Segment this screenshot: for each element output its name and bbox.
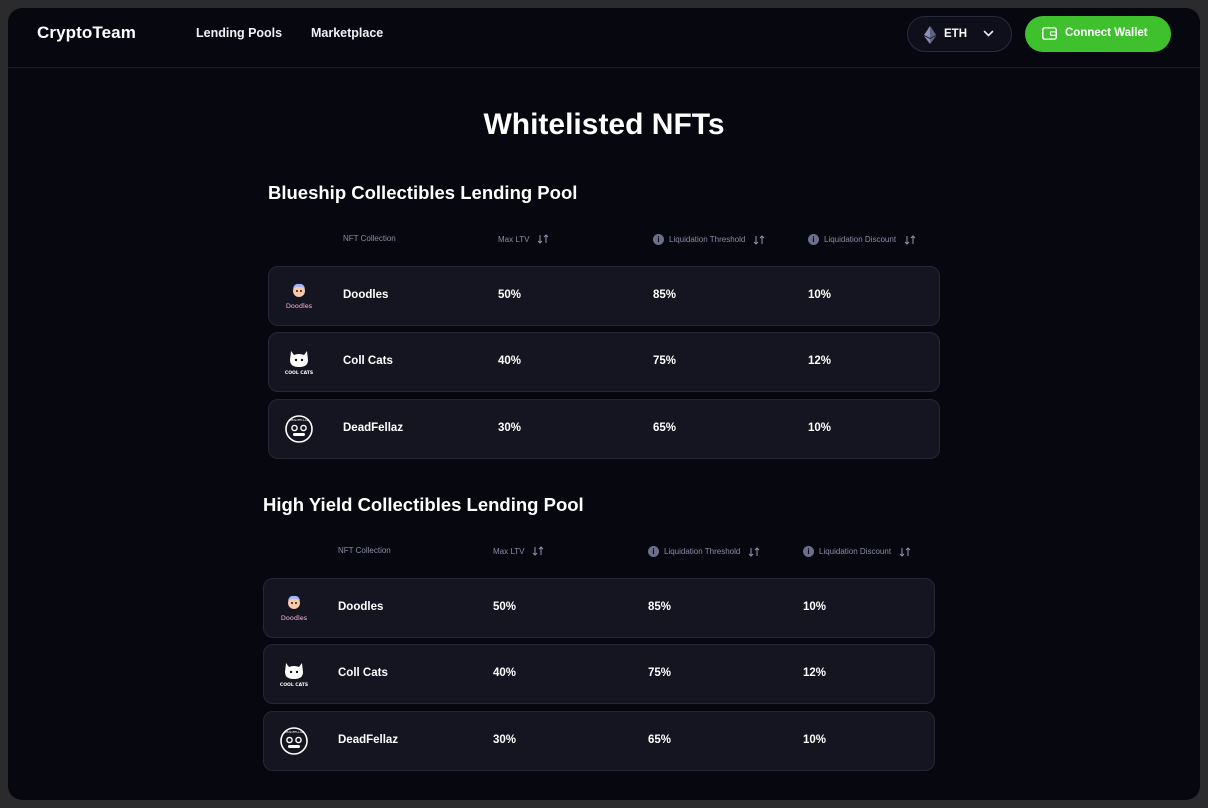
max-ltv-value: 50% bbox=[498, 289, 522, 301]
connect-wallet-button[interactable]: Connect Wallet bbox=[1025, 16, 1171, 52]
column-header-label: Max LTV bbox=[498, 234, 530, 244]
sort-icon[interactable] bbox=[899, 546, 911, 557]
table-row[interactable]: DEADFELLAZ DeadFellaz 30% 65% 10% bbox=[268, 399, 940, 459]
collection-name: DeadFellaz bbox=[338, 734, 399, 746]
column-header-label: Liquidation Discount bbox=[819, 547, 892, 556]
nav-marketplace[interactable]: Marketplace bbox=[311, 26, 383, 40]
column-header-label: Max LTV bbox=[493, 546, 525, 556]
column-header-label: Liquidation Discount bbox=[824, 235, 897, 244]
top-navbar: CryptoTeam Lending Pools Marketplace ETH… bbox=[8, 8, 1200, 68]
table-row[interactable]: COOL CATS Coll Cats 40% 75% 12% bbox=[263, 644, 935, 704]
max-ltv-value: 30% bbox=[493, 734, 517, 746]
deadfellaz-logo: DEADFELLAZ bbox=[285, 415, 313, 443]
column-header-label: NFT Collection bbox=[343, 234, 396, 243]
brand-logo[interactable]: CryptoTeam bbox=[37, 23, 136, 43]
network-selector[interactable]: ETH bbox=[907, 16, 1012, 52]
column-header-nft-collection: NFT Collection bbox=[343, 234, 396, 243]
table-header: NFT Collection Max LTV i Liquidation Thre… bbox=[268, 234, 940, 250]
nav-lending-pools[interactable]: Lending Pools bbox=[196, 26, 282, 40]
max-ltv-value: 40% bbox=[498, 355, 522, 367]
pool-title: Blueship Collectibles Lending Pool bbox=[268, 182, 578, 203]
collection-name: Doodles bbox=[338, 601, 384, 613]
column-header-liquidation-threshold[interactable]: i Liquidation Threshold bbox=[648, 546, 760, 557]
doodles-logo: Doodles bbox=[286, 283, 313, 310]
info-icon[interactable]: i bbox=[653, 234, 664, 245]
svg-text:DEADFELLAZ: DEADFELLAZ bbox=[284, 730, 304, 734]
column-header-label: NFT Collection bbox=[338, 546, 391, 555]
info-icon[interactable]: i bbox=[808, 234, 819, 245]
sort-icon[interactable] bbox=[748, 546, 760, 557]
liquidation-discount-value: 12% bbox=[808, 355, 832, 367]
liquidation-threshold-value: 75% bbox=[648, 667, 672, 679]
column-header-liquidation-discount[interactable]: i Liquidation Discount bbox=[808, 234, 916, 245]
liquidation-threshold-value: 65% bbox=[653, 422, 677, 434]
collection-name: DeadFellaz bbox=[343, 422, 404, 434]
table-row[interactable]: Doodles Doodles 50% 85% 10% bbox=[263, 578, 935, 638]
liquidation-threshold-value: 85% bbox=[653, 289, 677, 301]
info-icon[interactable]: i bbox=[648, 546, 659, 557]
cool-cats-logo: COOL CATS bbox=[280, 663, 308, 688]
column-header-max-ltv[interactable]: Max LTV bbox=[493, 546, 544, 556]
connect-wallet-label: Connect Wallet bbox=[1065, 27, 1148, 39]
max-ltv-value: 40% bbox=[493, 667, 517, 679]
column-header-liquidation-discount[interactable]: i Liquidation Discount bbox=[803, 546, 911, 557]
pool-title: High Yield Collectibles Lending Pool bbox=[263, 494, 584, 515]
cool-cats-logo: COOL CATS bbox=[285, 351, 313, 376]
sort-icon[interactable] bbox=[904, 234, 916, 245]
column-header-nft-collection: NFT Collection bbox=[338, 546, 391, 555]
sort-icon[interactable] bbox=[532, 546, 544, 556]
table-row[interactable]: DEADFELLAZ DeadFellaz 30% 65% 10% bbox=[263, 711, 935, 771]
liquidation-discount-value: 10% bbox=[808, 422, 832, 434]
liquidation-threshold-value: 75% bbox=[653, 355, 677, 367]
table-header: NFT Collection Max LTV i Liquidation Thre… bbox=[263, 546, 935, 562]
column-header-label: Liquidation Threshold bbox=[669, 235, 746, 244]
column-header-max-ltv[interactable]: Max LTV bbox=[498, 234, 549, 244]
chevron-down-icon bbox=[983, 30, 994, 37]
collection-name: Coll Cats bbox=[343, 355, 393, 367]
deadfellaz-logo: DEADFELLAZ bbox=[280, 727, 308, 755]
max-ltv-value: 50% bbox=[493, 601, 517, 613]
wallet-icon bbox=[1042, 27, 1057, 40]
collection-name: Coll Cats bbox=[338, 667, 388, 679]
table-row[interactable]: COOL CATS Coll Cats 40% 75% 12% bbox=[268, 332, 940, 392]
liquidation-threshold-value: 65% bbox=[648, 734, 672, 746]
svg-text:COOL CATS: COOL CATS bbox=[280, 682, 308, 688]
liquidation-threshold-value: 85% bbox=[648, 601, 672, 613]
app-window: CryptoTeam Lending Pools Marketplace ETH… bbox=[8, 8, 1200, 800]
collection-name: Doodles bbox=[343, 289, 389, 301]
liquidation-discount-value: 10% bbox=[803, 734, 827, 746]
svg-text:Doodles: Doodles bbox=[281, 614, 308, 622]
sort-icon[interactable] bbox=[537, 234, 549, 244]
doodles-logo: Doodles bbox=[281, 595, 308, 622]
info-icon[interactable]: i bbox=[803, 546, 814, 557]
max-ltv-value: 30% bbox=[498, 422, 522, 434]
svg-text:DEADFELLAZ: DEADFELLAZ bbox=[289, 418, 309, 422]
liquidation-discount-value: 10% bbox=[803, 601, 827, 613]
page-title: Whitelisted NFTs bbox=[483, 108, 725, 141]
sort-icon[interactable] bbox=[753, 234, 765, 245]
column-header-liquidation-threshold[interactable]: i Liquidation Threshold bbox=[653, 234, 765, 245]
table-row[interactable]: Doodles Doodles 50% 85% 10% bbox=[268, 266, 940, 326]
column-header-label: Liquidation Threshold bbox=[664, 547, 741, 556]
ethereum-icon bbox=[924, 26, 936, 44]
liquidation-discount-value: 12% bbox=[803, 667, 827, 679]
svg-text:Doodles: Doodles bbox=[286, 302, 313, 310]
svg-text:COOL CATS: COOL CATS bbox=[285, 370, 313, 376]
network-label: ETH bbox=[944, 28, 967, 40]
liquidation-discount-value: 10% bbox=[808, 289, 832, 301]
